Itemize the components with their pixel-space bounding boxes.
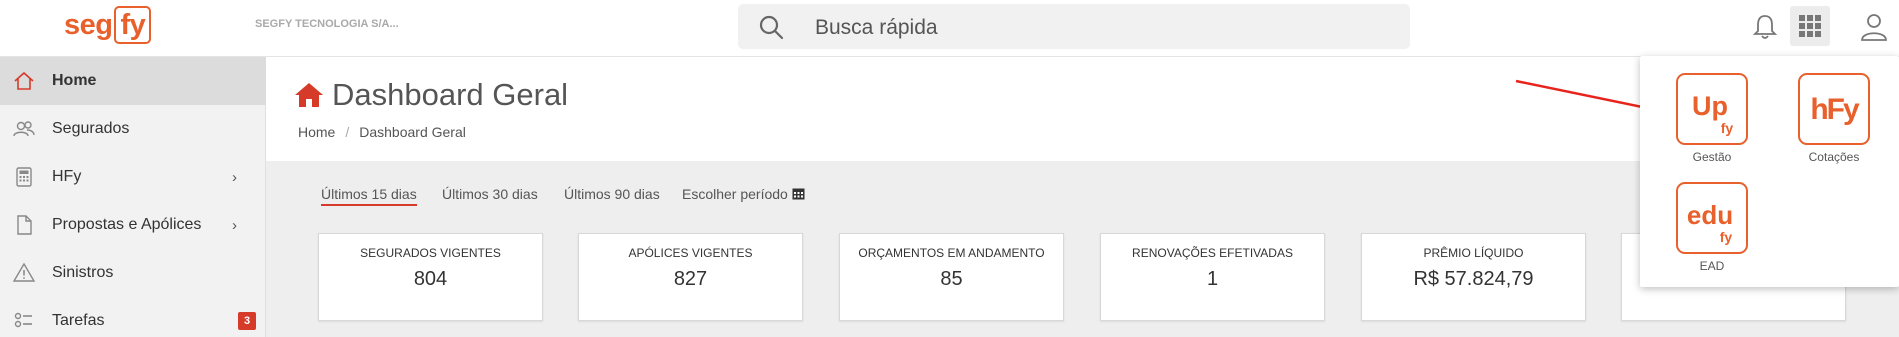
document-icon	[17, 215, 32, 235]
hfy-logo-main: hFy	[1810, 93, 1860, 126]
stat-card-value: 804	[413, 268, 448, 290]
period-tab-15-days[interactable]: Últimos 15 dias	[321, 186, 417, 206]
logo-box-text: fy	[114, 6, 152, 44]
stat-card-label: APÓLICES VIGENTES	[628, 246, 753, 260]
notifications-button[interactable]	[1745, 7, 1785, 47]
sidebar-item-label: Segurados	[52, 120, 130, 137]
app-gestao-logo[interactable]: Up fy	[1676, 73, 1748, 145]
stat-card-value: 827	[673, 268, 708, 290]
upfy-logo-main: Up	[1692, 91, 1728, 121]
app-gestao-label[interactable]: Gestão	[1662, 150, 1762, 164]
stat-card-label: ORÇAMENTOS EM ANDAMENTO	[858, 246, 1045, 260]
stat-card-segurados: SEGURADOS VIGENTES 804	[318, 233, 543, 321]
sidebar-item-tarefas[interactable]: Tarefas 3	[0, 297, 266, 337]
user-icon	[1861, 14, 1887, 41]
app-ead-logo[interactable]: edu fy	[1676, 182, 1748, 254]
period-custom-label: Escolher período	[682, 186, 788, 202]
home-icon	[295, 83, 323, 107]
search-placeholder: Busca rápida	[815, 16, 938, 39]
stat-card-premio: PRÊMIO LÍQUIDO R$ 57.824,79	[1361, 233, 1586, 321]
edufy-logo-sub: fy	[1720, 229, 1733, 245]
stat-card-renovacoes: RENOVAÇÕES EFETIVADAS 1	[1100, 233, 1325, 321]
upfy-logo-icon: Up fy	[1692, 91, 1734, 136]
logo-text: seg	[64, 8, 113, 41]
breadcrumb: Home / Dashboard Geral	[298, 124, 466, 140]
company-name[interactable]: SEGFY TECNOLOGIA S/A...	[255, 18, 399, 30]
search-input[interactable]: Busca rápida	[738, 4, 1410, 49]
upfy-logo-sub: fy	[1721, 120, 1734, 136]
chevron-right-icon: ›	[232, 168, 237, 186]
warning-icon	[12, 262, 36, 282]
page-title-text: Dashboard Geral	[332, 77, 569, 112]
stat-card-label: SEGURADOS VIGENTES	[360, 246, 501, 260]
home-icon	[14, 71, 34, 90]
stat-card-value: 85	[940, 268, 963, 290]
search-icon	[759, 15, 784, 40]
sidebar-item-label: Tarefas	[52, 312, 105, 329]
stat-card-label: PRÊMIO LÍQUIDO	[1423, 246, 1524, 260]
period-tab-30-days[interactable]: Últimos 30 dias	[442, 186, 538, 202]
edufy-logo-icon: edu fy	[1687, 200, 1733, 245]
stat-card-value: 1	[1206, 268, 1219, 290]
stat-card-apolices: APÓLICES VIGENTES 827	[578, 233, 803, 321]
sidebar-item-sinistros[interactable]: Sinistros	[0, 249, 266, 297]
stat-card-orcamentos: ORÇAMENTOS EM ANDAMENTO 85	[839, 233, 1064, 321]
apps-menu-button[interactable]	[1790, 6, 1830, 46]
sidebar-item-label: HFy	[52, 168, 82, 185]
app-cotacoes-label[interactable]: Cotações	[1784, 150, 1884, 164]
stat-card-value: R$ 57.824,79	[1413, 268, 1534, 290]
app-ead-label[interactable]: EAD	[1662, 259, 1762, 273]
segfy-logo[interactable]: seg fy	[64, 6, 152, 44]
top-bar: seg fy SEGFY TECNOLOGIA S/A... Busca rápi…	[0, 0, 1899, 57]
hfy-logo-icon: hFy	[1810, 93, 1862, 126]
users-icon	[13, 121, 35, 137]
user-menu-button[interactable]	[1854, 7, 1894, 47]
edufy-logo-main: edu	[1687, 200, 1733, 230]
tasks-icon	[14, 312, 32, 328]
sidebar-item-home[interactable]: Home	[0, 57, 266, 105]
apps-grid-icon	[1799, 15, 1821, 37]
breadcrumb-separator: /	[345, 124, 350, 140]
chevron-right-icon: ›	[232, 216, 237, 234]
calendar-icon	[792, 188, 805, 200]
breadcrumb-current: Dashboard Geral	[359, 124, 466, 140]
sidebar: Home Segurados HFy › Propostas e Apólice…	[0, 57, 266, 337]
sidebar-item-label: Propostas e Apólices	[52, 216, 202, 233]
apps-menu-popup: Up fy Gestão hFy Cotações edu fy EAD	[1640, 56, 1899, 287]
breadcrumb-home[interactable]: Home	[298, 124, 335, 140]
calculator-icon	[16, 167, 32, 187]
bell-icon	[1752, 15, 1778, 39]
sidebar-item-label: Home	[52, 72, 97, 89]
sidebar-item-segurados[interactable]: Segurados	[0, 105, 266, 153]
sidebar-item-label: Sinistros	[52, 264, 114, 281]
period-tab-custom[interactable]: Escolher período	[682, 186, 805, 202]
app-cotacoes-logo[interactable]: hFy	[1798, 73, 1870, 145]
page-title: Dashboard Geral	[294, 77, 568, 113]
sidebar-item-hfy[interactable]: HFy ›	[0, 153, 266, 201]
stat-card-label: RENOVAÇÕES EFETIVADAS	[1132, 246, 1293, 260]
tasks-count-badge: 3	[238, 312, 256, 330]
period-tab-90-days[interactable]: Últimos 90 dias	[564, 186, 660, 202]
sidebar-item-propostas[interactable]: Propostas e Apólices ›	[0, 201, 266, 249]
